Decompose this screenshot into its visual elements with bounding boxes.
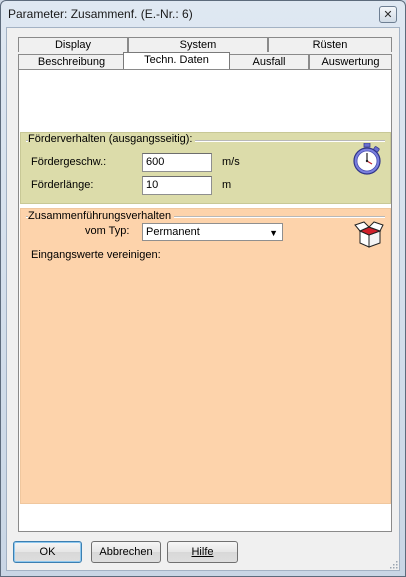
close-button[interactable]: ✕ bbox=[379, 6, 397, 23]
conveyor-group-title: Förderverhalten (ausgangsseitig): bbox=[28, 133, 196, 145]
title-bar[interactable]: Parameter: Zusammenf. (E.-Nr.: 6) ✕ bbox=[1, 1, 405, 27]
type-select[interactable]: Permanent ▼ bbox=[142, 223, 283, 241]
tab-label: Techn. Daten bbox=[144, 54, 209, 66]
dialog-client-area: Display System Rüsten Beschreibung Techn… bbox=[6, 27, 400, 571]
tab-label: Display bbox=[54, 39, 92, 51]
help-button-label: Hilfe bbox=[191, 546, 214, 558]
length-unit: m bbox=[222, 179, 232, 191]
speed-label: Fördergeschw.: bbox=[31, 156, 107, 168]
tab-auswertung[interactable]: Auswertung bbox=[309, 54, 392, 69]
tab-label: Auswertung bbox=[321, 56, 380, 68]
open-box-icon bbox=[354, 221, 384, 248]
tab-label: Beschreibung bbox=[37, 56, 106, 68]
stopwatch-icon bbox=[353, 143, 381, 175]
tab-ausfall[interactable]: Ausfall bbox=[229, 54, 309, 69]
inputs-label: Eingangswerte vereinigen: bbox=[31, 249, 161, 261]
speed-input[interactable]: 600 bbox=[142, 153, 212, 172]
speed-unit: m/s bbox=[222, 156, 240, 168]
tab-display[interactable]: Display bbox=[18, 37, 128, 52]
length-input[interactable]: 10 bbox=[142, 176, 212, 195]
cancel-button[interactable]: Abbrechen bbox=[91, 541, 161, 563]
resize-grip[interactable] bbox=[388, 559, 398, 569]
conveyor-group: Förderverhalten (ausgangsseitig): Förder… bbox=[20, 132, 391, 204]
type-select-value: Permanent bbox=[146, 226, 200, 238]
close-icon: ✕ bbox=[383, 9, 393, 21]
dialog-window: Parameter: Zusammenf. (E.-Nr.: 6) ✕ Disp… bbox=[0, 0, 406, 577]
tab-label: Rüsten bbox=[312, 39, 348, 51]
tab-system[interactable]: System bbox=[128, 37, 268, 52]
tab-techn-daten[interactable]: Techn. Daten bbox=[123, 52, 230, 69]
window-title: Parameter: Zusammenf. (E.-Nr.: 6) bbox=[8, 7, 193, 21]
help-button[interactable]: Hilfe bbox=[167, 541, 238, 563]
ok-button[interactable]: OK bbox=[13, 541, 82, 563]
tab-label: System bbox=[179, 39, 217, 51]
type-label: vom Typ: bbox=[85, 225, 130, 237]
tab-ruesten[interactable]: Rüsten bbox=[268, 37, 392, 52]
tab-label: Ausfall bbox=[252, 56, 286, 68]
merge-group-title: Zusammenführungsverhalten bbox=[28, 210, 175, 222]
length-label: Förderlänge: bbox=[31, 179, 94, 191]
tab-beschreibung[interactable]: Beschreibung bbox=[18, 54, 125, 69]
merge-group: Zusammenführungsverhalten vom Typ: Perma… bbox=[20, 208, 391, 504]
chevron-down-icon: ▼ bbox=[269, 228, 278, 238]
